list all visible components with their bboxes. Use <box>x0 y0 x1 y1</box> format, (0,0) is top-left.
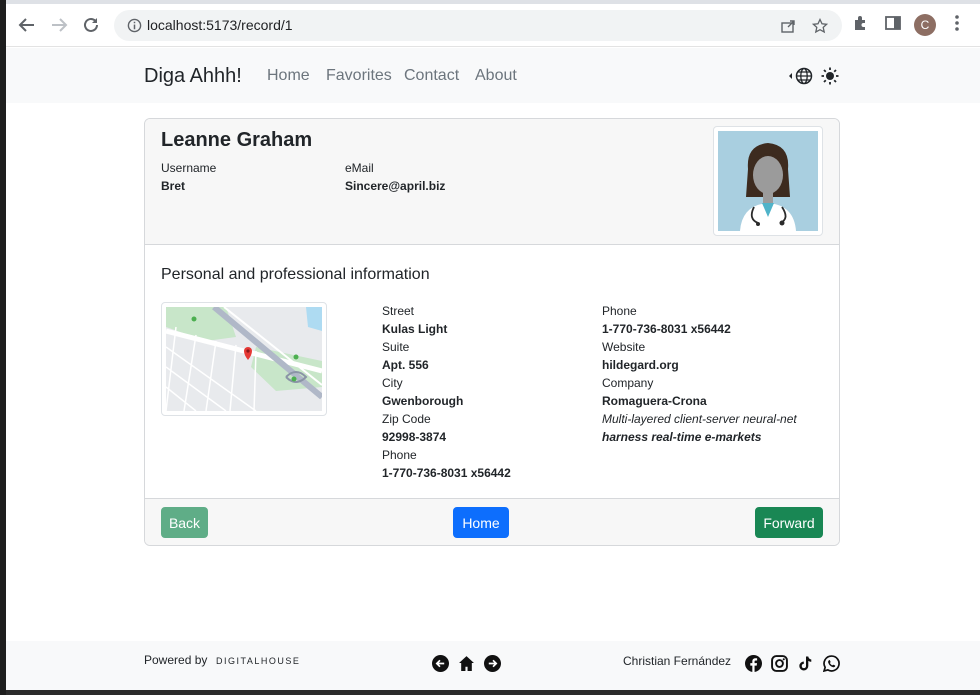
bookmark-star-icon[interactable] <box>811 17 829 38</box>
map-image[interactable] <box>161 302 327 416</box>
browser-toolbar: localhost:5173/record/1 C <box>6 0 980 47</box>
instagram-icon[interactable] <box>771 655 788 676</box>
username-label: Username <box>161 161 217 175</box>
nav-home-link[interactable]: Home <box>267 67 310 85</box>
section-title: Personal and professional information <box>161 266 430 283</box>
arrow-left-circle-icon[interactable] <box>432 655 449 676</box>
facebook-icon[interactable] <box>745 655 762 676</box>
author-name: Christian Fernández <box>623 654 732 668</box>
suite-value: Apt. 556 <box>382 358 429 372</box>
menu-kebab-icon[interactable] <box>950 14 964 36</box>
company-bs: harness real-time e-markets <box>602 430 762 444</box>
brand-title[interactable]: Diga Ahhh! <box>144 65 242 88</box>
share-icon[interactable] <box>780 18 796 38</box>
city-value: Gwenborough <box>382 394 464 408</box>
sun-icon[interactable] <box>821 67 839 89</box>
whatsapp-icon[interactable] <box>822 655 840 676</box>
doctor-avatar-image <box>713 126 823 236</box>
nav-about-link[interactable]: About <box>475 67 517 85</box>
nav-favorites-link[interactable]: Favorites <box>326 67 392 85</box>
address-phone-label: Phone <box>382 448 417 462</box>
profile-avatar[interactable]: C <box>914 14 936 36</box>
home-button[interactable]: Home <box>453 507 509 538</box>
nav-contact-link[interactable]: Contact <box>404 67 459 85</box>
site-info-icon[interactable] <box>127 18 142 37</box>
side-panel-icon[interactable] <box>884 14 902 36</box>
back-button[interactable]: Back <box>161 507 208 538</box>
address-phone-value: 1-770-736-8031 x56442 <box>382 466 511 480</box>
company-label: Company <box>602 376 654 390</box>
phone-label: Phone <box>602 304 637 318</box>
username-value: Bret <box>161 179 186 193</box>
email-label: eMail <box>345 161 374 175</box>
record-name: Leanne Graham <box>161 129 313 151</box>
back-arrow-icon[interactable] <box>15 13 39 37</box>
arrow-right-circle-icon[interactable] <box>484 655 501 676</box>
card-header: Leanne Graham Username Bret eMail Sincer… <box>145 119 839 245</box>
digitalhouse-logo[interactable]: DIGITALHOUSE <box>216 656 300 666</box>
tiktok-icon[interactable] <box>797 655 813 676</box>
record-card: Leanne Graham Username Bret eMail Sincer… <box>144 118 840 546</box>
suite-label: Suite <box>382 340 410 354</box>
url-text[interactable]: localhost:5173/record/1 <box>147 17 293 33</box>
forward-arrow-icon[interactable] <box>47 13 71 37</box>
extensions-icon[interactable] <box>852 14 870 36</box>
browser-window: localhost:5173/record/1 C Diga Ahhh! Hom… <box>6 0 980 690</box>
forward-button[interactable]: Forward <box>755 507 823 538</box>
phone-value: 1-770-736-8031 x56442 <box>602 322 731 336</box>
city-label: City <box>382 376 403 390</box>
home-icon[interactable] <box>458 655 475 676</box>
company-catch-phrase: Multi-layered client-server neural-net <box>602 412 797 426</box>
street-label: Street <box>382 304 415 318</box>
card-footer: Back Home Forward <box>145 498 839 545</box>
website-value: hildegard.org <box>602 358 679 372</box>
zip-label: Zip Code <box>382 412 431 426</box>
powered-by-text: Powered by <box>144 653 208 667</box>
globe-icon[interactable] <box>788 67 814 89</box>
zip-value: 92998-3874 <box>382 430 447 444</box>
address-bar[interactable]: localhost:5173/record/1 <box>114 10 842 41</box>
reload-icon[interactable] <box>79 13 103 37</box>
street-value: Kulas Light <box>382 322 448 336</box>
email-value: Sincere@april.biz <box>345 179 446 193</box>
company-value: Romaguera-Crona <box>602 394 707 408</box>
app-navbar: Diga Ahhh! Home Favorites Contact About <box>6 48 980 103</box>
page-footer: Powered by DIGITALHOUSE Christian Fernán… <box>6 641 980 690</box>
editor-status-bar <box>6 690 980 695</box>
website-label: Website <box>602 340 646 354</box>
